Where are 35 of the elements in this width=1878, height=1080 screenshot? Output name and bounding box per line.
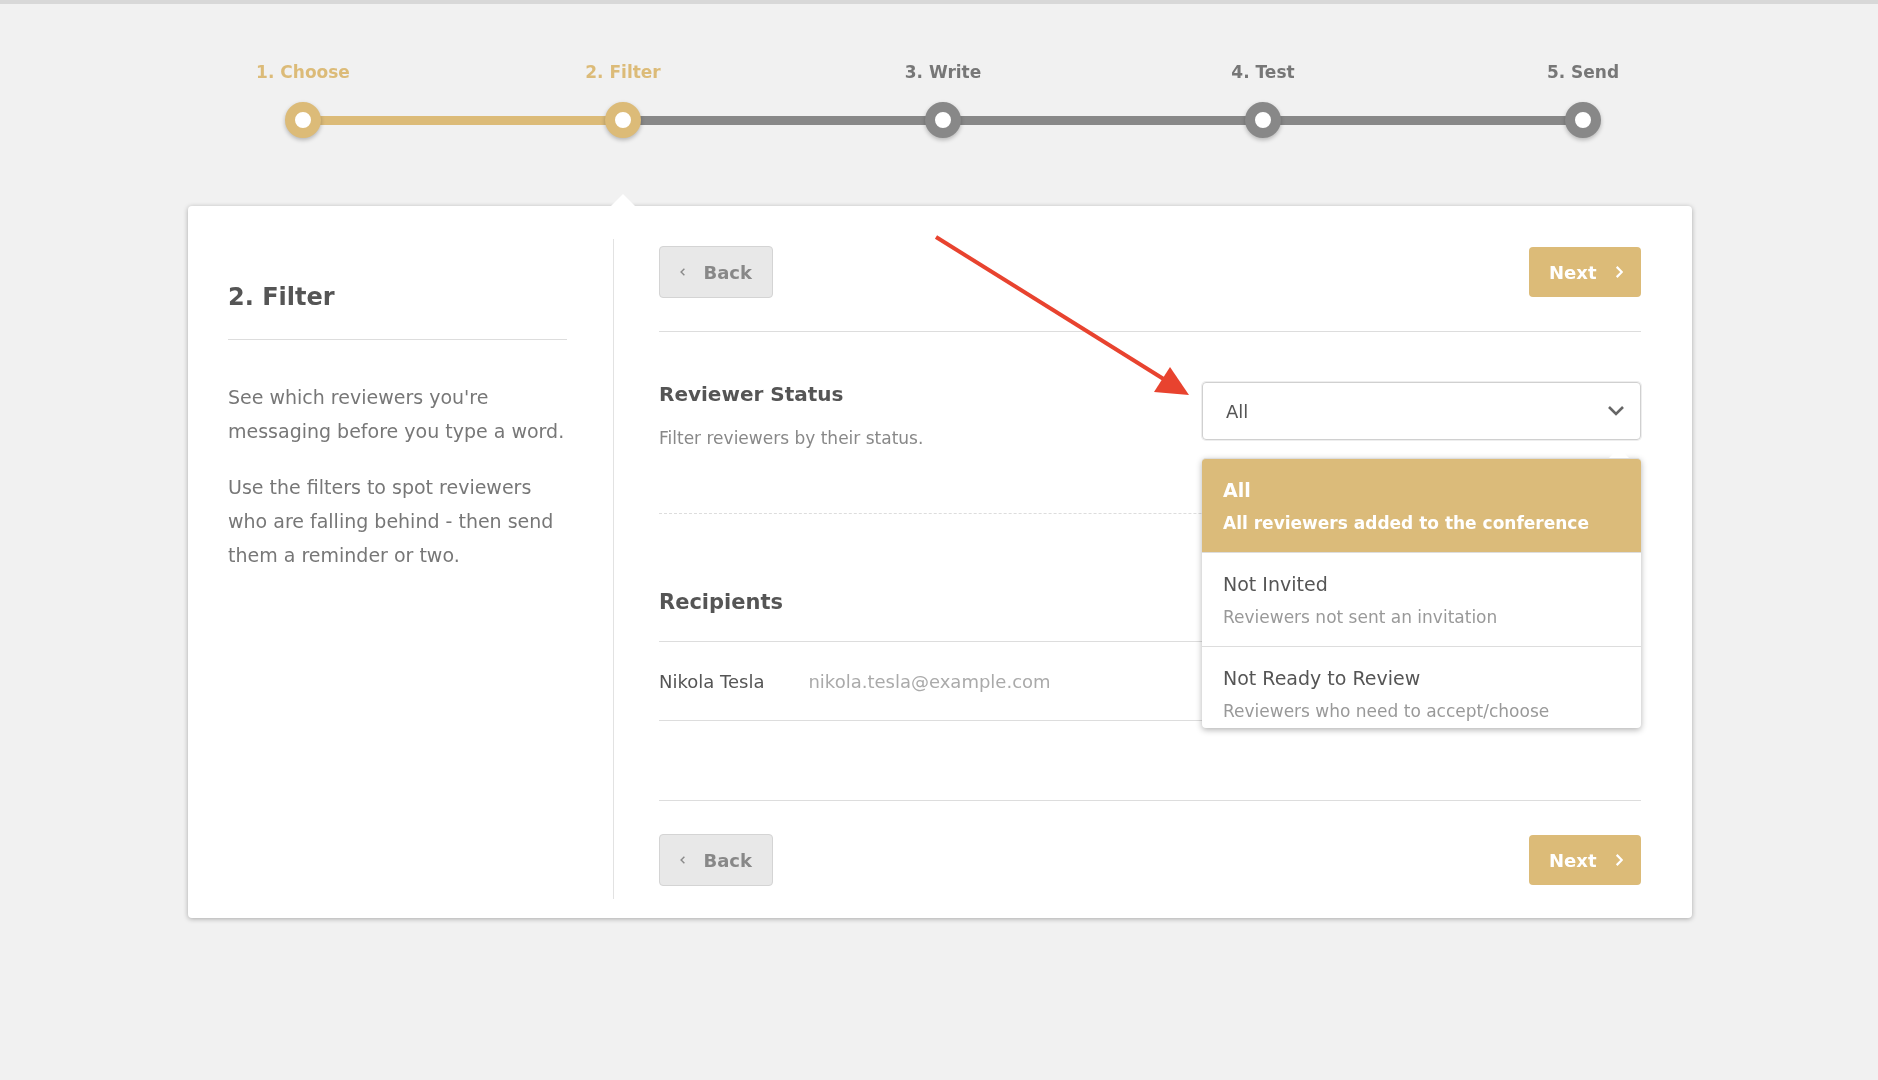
- step-marker[interactable]: [1565, 102, 1601, 138]
- step-marker[interactable]: [1245, 102, 1281, 138]
- dropdown-option[interactable]: All All reviewers added to the conference: [1202, 458, 1641, 552]
- recipient-name: Nikola Tesla: [659, 670, 765, 692]
- section-title: 2. Filter: [228, 283, 336, 311]
- option-description: Reviewers who need to accept/choose: [1223, 701, 1551, 721]
- next-button[interactable]: Next: [1529, 835, 1641, 885]
- chevron-down-icon: [1608, 406, 1624, 416]
- status-select[interactable]: All: [1202, 382, 1641, 440]
- option-description: All reviewers added to the conference: [1223, 513, 1590, 533]
- step-marker[interactable]: [285, 102, 321, 138]
- back-button[interactable]: Back: [659, 834, 773, 886]
- option-description: Reviewers not sent an invitation: [1223, 607, 1499, 627]
- recipients-title: Recipients: [659, 590, 785, 614]
- step-label[interactable]: 2. Filter: [585, 62, 661, 82]
- option-label: Not Invited: [1223, 573, 1329, 595]
- option-label: All: [1223, 479, 1252, 501]
- step-label[interactable]: 5. Send: [1546, 62, 1620, 82]
- dropdown-option[interactable]: Not Ready to Review Reviewers who need to accept/choose: [1202, 646, 1641, 728]
- chevron-right-icon: [1614, 265, 1623, 279]
- back-button[interactable]: Back: [659, 246, 773, 298]
- step-label[interactable]: 4. Test: [1231, 62, 1295, 82]
- step-marker[interactable]: [925, 102, 961, 138]
- help-text: Use the filters to spot reviewers who are falling behind - then send them a reminder or two.: [228, 475, 555, 568]
- dropdown-option[interactable]: Not Invited Reviewers not sent an invitation: [1202, 552, 1641, 646]
- step-label[interactable]: 3. Write: [904, 62, 982, 82]
- step-marker[interactable]: [605, 102, 641, 138]
- step-label[interactable]: 1. Choose: [256, 62, 350, 82]
- help-text: See which reviewers you're messaging before you type a word.: [228, 385, 566, 444]
- chevron-right-icon: [1614, 853, 1623, 867]
- filter-description: Filter reviewers by their status.: [659, 428, 924, 448]
- recipient-email: nikola.tesla@example.com: [808, 670, 1051, 692]
- option-label: Not Ready to Review: [1223, 667, 1422, 689]
- filter-title: Reviewer Status: [659, 382, 845, 406]
- next-button[interactable]: Next: [1529, 247, 1641, 297]
